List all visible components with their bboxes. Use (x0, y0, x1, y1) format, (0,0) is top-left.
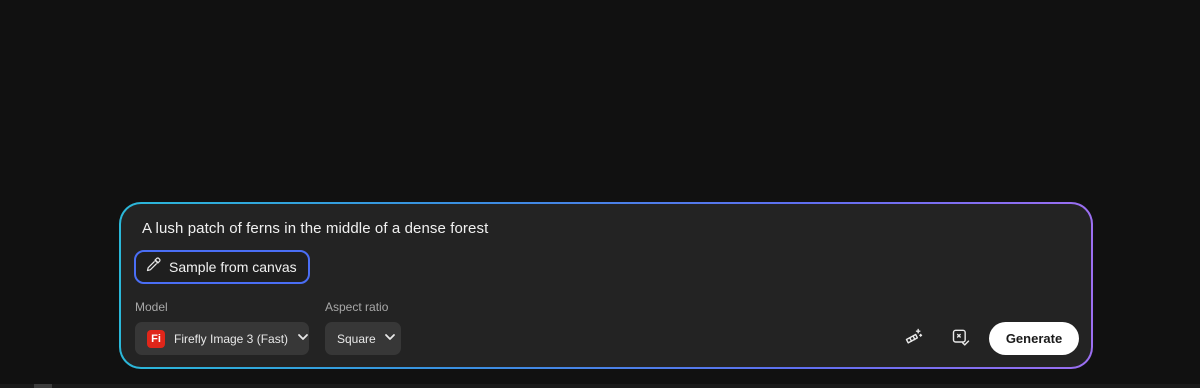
canvas-area: A lush patch of ferns in the middle of a… (0, 0, 1200, 388)
sample-from-canvas-label: Sample from canvas (169, 259, 297, 275)
prompt-input[interactable]: A lush patch of ferns in the middle of a… (142, 220, 488, 237)
chevron-down-icon (297, 330, 309, 348)
prompt-panel: A lush patch of ferns in the middle of a… (119, 202, 1093, 369)
generate-button[interactable]: Generate (989, 322, 1079, 355)
magic-wand-icon (904, 327, 924, 352)
sample-from-canvas-button[interactable]: Sample from canvas (134, 250, 310, 284)
model-value: Firefly Image 3 (Fast) (174, 331, 289, 346)
firefly-logo-icon: Fi (147, 329, 165, 348)
prompt-card: A lush patch of ferns in the middle of a… (121, 204, 1091, 367)
eyedropper-icon (145, 256, 162, 278)
image-effects-icon (951, 327, 971, 352)
aspect-ratio-value: Square (337, 331, 376, 346)
chevron-down-icon (384, 330, 396, 348)
model-label: Model (135, 300, 168, 314)
status-indicator (34, 384, 52, 388)
image-effects-button[interactable] (950, 328, 972, 350)
bottom-status-strip (0, 384, 1200, 388)
model-select[interactable]: Fi Firefly Image 3 (Fast) (135, 322, 309, 355)
aspect-ratio-select[interactable]: Square (325, 322, 401, 355)
aspect-ratio-label: Aspect ratio (325, 300, 389, 314)
style-reference-button[interactable] (903, 328, 925, 350)
